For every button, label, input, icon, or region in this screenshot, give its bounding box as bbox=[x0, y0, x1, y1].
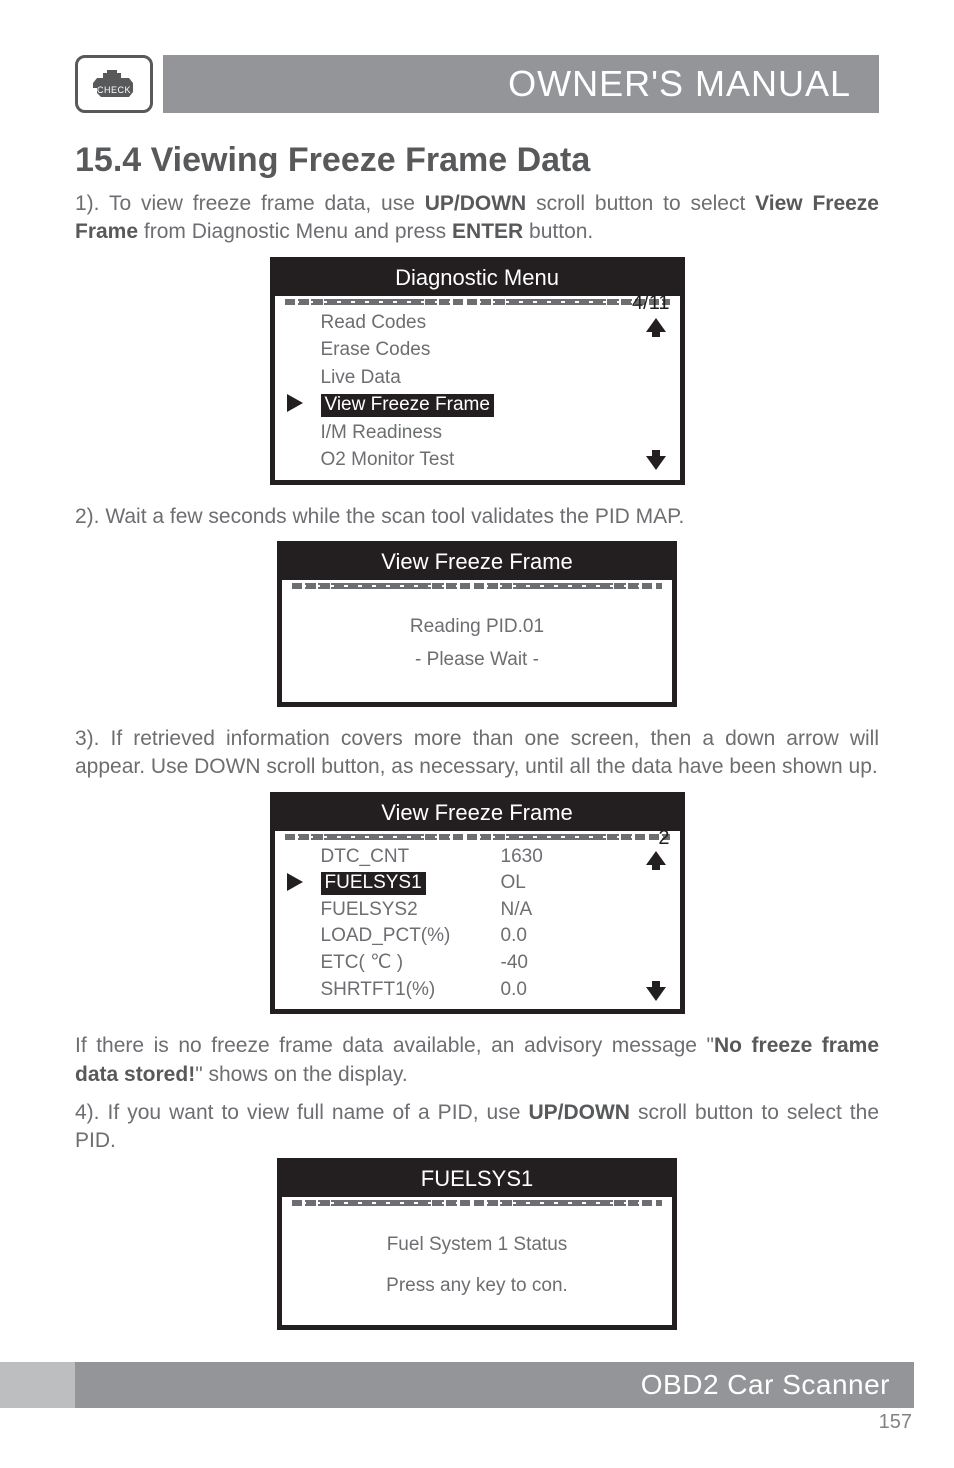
pid-name: SHRTFT1(%) bbox=[321, 979, 436, 1000]
screen-diagnostic-menu: Diagnostic Menu 4/11 Read CodesErase Cod… bbox=[270, 257, 685, 485]
t: If there is no freeze frame data availab… bbox=[75, 1034, 714, 1057]
menu-item[interactable]: I/M Readiness bbox=[321, 419, 666, 447]
screen-title: View Freeze Frame bbox=[275, 797, 680, 831]
pid-name: ETC( ℃ ) bbox=[321, 952, 404, 973]
pid-value: 1630 bbox=[501, 844, 543, 871]
divider bbox=[292, 583, 662, 589]
screen-title: View Freeze Frame bbox=[282, 546, 672, 580]
menu-item-label: Read Codes bbox=[321, 312, 427, 333]
reading-line-2: - Please Wait - bbox=[292, 644, 662, 676]
kw-updown: UP/DOWN bbox=[528, 1101, 630, 1124]
menu-item-label: Erase Codes bbox=[321, 339, 431, 360]
pid-value: 0.0 bbox=[501, 923, 527, 950]
menu-item-label: Live Data bbox=[321, 367, 401, 388]
pid-detail-line-1: Fuel System 1 Status bbox=[292, 1224, 662, 1266]
menu-item[interactable]: Read Codes bbox=[321, 309, 666, 337]
manual-title: OWNER'S MANUAL bbox=[508, 63, 851, 105]
screen-freeze-frame-data: View Freeze Frame 2 DTC_CNT1630FUELSYS1O… bbox=[270, 792, 685, 1015]
header-title-bar: OWNER'S MANUAL bbox=[163, 55, 879, 113]
menu-list: Read Codes Erase Codes Live Data View Freez… bbox=[275, 307, 680, 480]
data-row[interactable]: DTC_CNT 1630 bbox=[321, 844, 666, 871]
data-row[interactable]: FUELSYS1 OL bbox=[321, 870, 666, 897]
page-header: CHECK OWNER'S MANUAL bbox=[75, 55, 879, 113]
advisory-text: If there is no freeze frame data availab… bbox=[75, 1032, 879, 1089]
pid-name: FUELSYS1 bbox=[321, 872, 426, 895]
page-number: 157 bbox=[879, 1411, 912, 1434]
pid-value: 0.0 bbox=[501, 977, 527, 1004]
kw-enter: ENTER bbox=[452, 220, 523, 243]
data-row[interactable]: LOAD_PCT(%) 0.0 bbox=[321, 923, 666, 950]
screen-pid-detail: FUELSYS1 Fuel System 1 Status Press any … bbox=[277, 1158, 677, 1331]
pid-name: LOAD_PCT(%) bbox=[321, 925, 451, 946]
pid-value: N/A bbox=[501, 897, 533, 924]
pointer-icon bbox=[287, 394, 303, 412]
scroll-down-icon bbox=[646, 987, 666, 1001]
step-4-text: 4). If you want to view full name of a P… bbox=[75, 1099, 879, 1156]
check-engine-badge: CHECK bbox=[75, 55, 153, 113]
screen-reading-pid: View Freeze Frame Reading PID.01 - Pleas… bbox=[277, 541, 677, 707]
footer-title-bar: OBD2 Car Scanner bbox=[75, 1362, 914, 1408]
pid-value: -40 bbox=[501, 950, 528, 977]
data-row[interactable]: ETC( ℃ ) -40 bbox=[321, 950, 666, 977]
freeze-frame-list: DTC_CNT1630FUELSYS1OLFUELSYS2N/ALOAD_PCT… bbox=[275, 842, 680, 1010]
menu-item[interactable]: Live Data bbox=[321, 364, 666, 392]
section-heading: 15.4 Viewing Freeze Frame Data bbox=[75, 141, 879, 180]
divider bbox=[285, 299, 670, 305]
menu-item[interactable]: O2 Monitor Test bbox=[321, 446, 666, 474]
pid-name: FUELSYS2 bbox=[321, 899, 418, 920]
t: scroll button to select bbox=[526, 192, 755, 215]
t: 1). To view freeze frame data, use bbox=[75, 192, 425, 215]
step-2-text: 2). Wait a few seconds while the scan to… bbox=[75, 503, 879, 531]
pointer-icon bbox=[287, 873, 303, 891]
t: 4). If you want to view full name of a P… bbox=[75, 1101, 528, 1124]
footer-accent bbox=[0, 1362, 75, 1408]
kw-updown: UP/DOWN bbox=[425, 192, 527, 215]
t: button. bbox=[523, 220, 593, 243]
page-footer: OBD2 Car Scanner bbox=[0, 1362, 914, 1408]
pid-name: DTC_CNT bbox=[321, 846, 410, 867]
t: from Diagnostic Menu and press bbox=[138, 220, 452, 243]
screen-title: FUELSYS1 bbox=[282, 1163, 672, 1197]
divider bbox=[285, 834, 670, 840]
menu-item-label: I/M Readiness bbox=[321, 422, 442, 443]
menu-item-label: View Freeze Frame bbox=[321, 394, 494, 417]
step-1-text: 1). To view freeze frame data, use UP/DO… bbox=[75, 190, 879, 247]
data-row[interactable]: FUELSYS2 N/A bbox=[321, 897, 666, 924]
menu-item[interactable]: View Freeze Frame bbox=[321, 391, 666, 419]
scroll-down-icon bbox=[646, 456, 666, 470]
divider bbox=[292, 1200, 662, 1206]
pid-value: OL bbox=[501, 870, 526, 897]
screen-title: Diagnostic Menu bbox=[275, 262, 680, 296]
pid-detail-line-2: Press any key to con. bbox=[292, 1265, 662, 1307]
reading-line-1: Reading PID.01 bbox=[292, 611, 662, 643]
menu-item-label: O2 Monitor Test bbox=[321, 449, 455, 470]
check-label: CHECK bbox=[78, 85, 150, 95]
menu-item[interactable]: Erase Codes bbox=[321, 336, 666, 364]
product-name: OBD2 Car Scanner bbox=[641, 1369, 890, 1401]
t: " shows on the display. bbox=[195, 1063, 408, 1086]
step-3-text: 3). If retrieved information covers more… bbox=[75, 725, 879, 782]
data-row[interactable]: SHRTFT1(%) 0.0 bbox=[321, 977, 666, 1004]
